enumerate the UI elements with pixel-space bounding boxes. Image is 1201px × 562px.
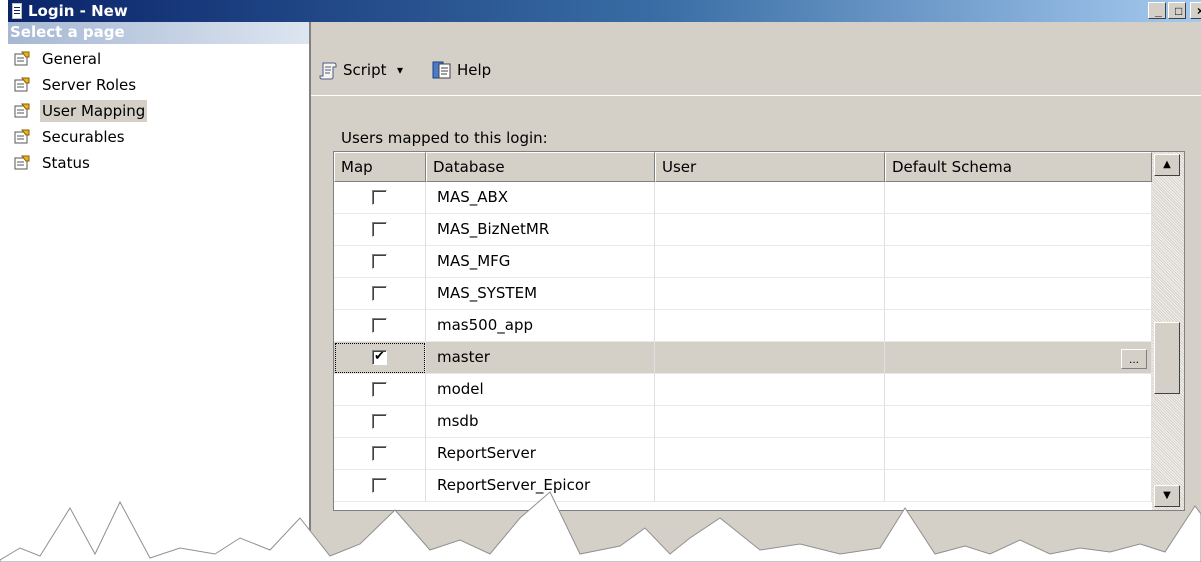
map-cell[interactable] — [334, 374, 426, 406]
map-cell[interactable] — [334, 182, 426, 214]
map-checkbox[interactable] — [372, 254, 387, 269]
database-cell[interactable]: MAS_BizNetMR — [426, 214, 655, 246]
page-properties-icon — [14, 51, 30, 66]
map-cell[interactable] — [334, 278, 426, 310]
users-mapped-label: Users mapped to this login: — [341, 129, 548, 147]
map-cell[interactable] — [334, 438, 426, 470]
user-cell[interactable] — [655, 278, 885, 310]
window-title: Login - New — [28, 2, 128, 20]
close-button[interactable]: × — [1190, 2, 1201, 19]
map-checkbox[interactable] — [372, 414, 387, 429]
map-checkbox[interactable] — [372, 190, 387, 205]
toolbar: Script ▾ Help — [311, 22, 1201, 96]
default-schema-cell[interactable]: ... — [885, 342, 1152, 374]
column-header-database[interactable]: Database — [426, 152, 655, 182]
map-cell[interactable] — [334, 406, 426, 438]
content-pane: Script ▾ Help Users mapped to this login… — [311, 22, 1201, 562]
user-cell[interactable] — [655, 438, 885, 470]
page-properties-icon — [14, 155, 30, 170]
map-checkbox[interactable] — [372, 382, 387, 397]
column-header-map[interactable]: Map — [334, 152, 426, 182]
minimize-button[interactable]: _ — [1148, 2, 1166, 19]
select-page-pane: Select a page General Server Roles User Ma… — [8, 22, 311, 562]
map-cell[interactable] — [334, 214, 426, 246]
map-cell[interactable]: ✔ — [334, 342, 426, 374]
column-header-user[interactable]: User — [655, 152, 885, 182]
column-header-default-schema[interactable]: Default Schema — [885, 152, 1152, 182]
user-cell[interactable] — [655, 342, 885, 374]
map-checkbox[interactable] — [372, 286, 387, 301]
user-cell[interactable] — [655, 214, 885, 246]
default-schema-cell[interactable] — [885, 278, 1152, 310]
table-row[interactable]: MAS_SYSTEM — [334, 278, 1152, 310]
default-schema-cell[interactable] — [885, 246, 1152, 278]
map-cell[interactable] — [334, 310, 426, 342]
window-title-bar[interactable]: Login - New _ □ × — [8, 0, 1201, 22]
page-properties-icon — [14, 77, 30, 92]
default-schema-cell[interactable] — [885, 438, 1152, 470]
vertical-scrollbar[interactable]: ▲ ▼ — [1152, 152, 1184, 510]
map-checkbox[interactable] — [372, 446, 387, 461]
map-cell[interactable] — [334, 246, 426, 278]
table-row[interactable]: model — [334, 374, 1152, 406]
help-icon — [432, 61, 451, 79]
script-icon — [319, 62, 337, 80]
database-cell[interactable]: MAS_SYSTEM — [426, 278, 655, 310]
database-cell[interactable]: msdb — [426, 406, 655, 438]
table-row[interactable]: ReportServer — [334, 438, 1152, 470]
nav-item-label: Status — [42, 154, 90, 172]
database-cell[interactable]: ReportServer — [426, 438, 655, 470]
database-cell[interactable]: MAS_ABX — [426, 182, 655, 214]
torn-edge-decoration — [0, 491, 1201, 562]
script-label: Script — [343, 61, 387, 79]
map-checkbox[interactable] — [372, 318, 387, 333]
default-schema-cell[interactable] — [885, 374, 1152, 406]
user-cell[interactable] — [655, 374, 885, 406]
maximize-button[interactable]: □ — [1168, 2, 1186, 19]
user-cell[interactable] — [655, 246, 885, 278]
login-window-icon — [12, 3, 22, 19]
user-cell[interactable] — [655, 182, 885, 214]
database-cell[interactable]: master — [426, 342, 655, 374]
nav-item-label: Securables — [42, 128, 125, 146]
select-page-title: Select a page — [10, 23, 125, 41]
table-row[interactable]: msdb — [334, 406, 1152, 438]
database-cell[interactable]: mas500_app — [426, 310, 655, 342]
nav-item-label: User Mapping — [40, 100, 148, 122]
nav-item-label: General — [42, 50, 102, 68]
user-cell[interactable] — [655, 310, 885, 342]
default-schema-cell[interactable] — [885, 182, 1152, 214]
map-checkbox[interactable] — [372, 222, 387, 237]
database-cell[interactable]: model — [426, 374, 655, 406]
table-row[interactable]: MAS_BizNetMR — [334, 214, 1152, 246]
script-dropdown-icon[interactable]: ▾ — [397, 60, 403, 80]
nav-item-label: Server Roles — [42, 76, 137, 94]
browse-schema-button[interactable]: ... — [1121, 349, 1147, 369]
default-schema-cell[interactable] — [885, 310, 1152, 342]
default-schema-cell[interactable] — [885, 214, 1152, 246]
table-row[interactable]: ✔ master... — [334, 342, 1152, 374]
select-page-header: Select a page — [8, 22, 309, 44]
user-mapping-grid[interactable]: Map Database User Default Schema MAS_ABX… — [333, 151, 1185, 511]
table-row[interactable]: MAS_ABX — [334, 182, 1152, 214]
map-checkbox[interactable]: ✔ — [372, 350, 387, 365]
scroll-up-button[interactable]: ▲ — [1154, 154, 1180, 176]
database-cell[interactable]: MAS_MFG — [426, 246, 655, 278]
scroll-thumb[interactable] — [1154, 322, 1180, 394]
help-label: Help — [457, 61, 492, 79]
default-schema-cell[interactable] — [885, 406, 1152, 438]
page-properties-icon — [14, 103, 30, 118]
user-cell[interactable] — [655, 406, 885, 438]
table-row[interactable]: MAS_MFG — [334, 246, 1152, 278]
page-properties-icon — [14, 129, 30, 144]
table-row[interactable]: mas500_app — [334, 310, 1152, 342]
